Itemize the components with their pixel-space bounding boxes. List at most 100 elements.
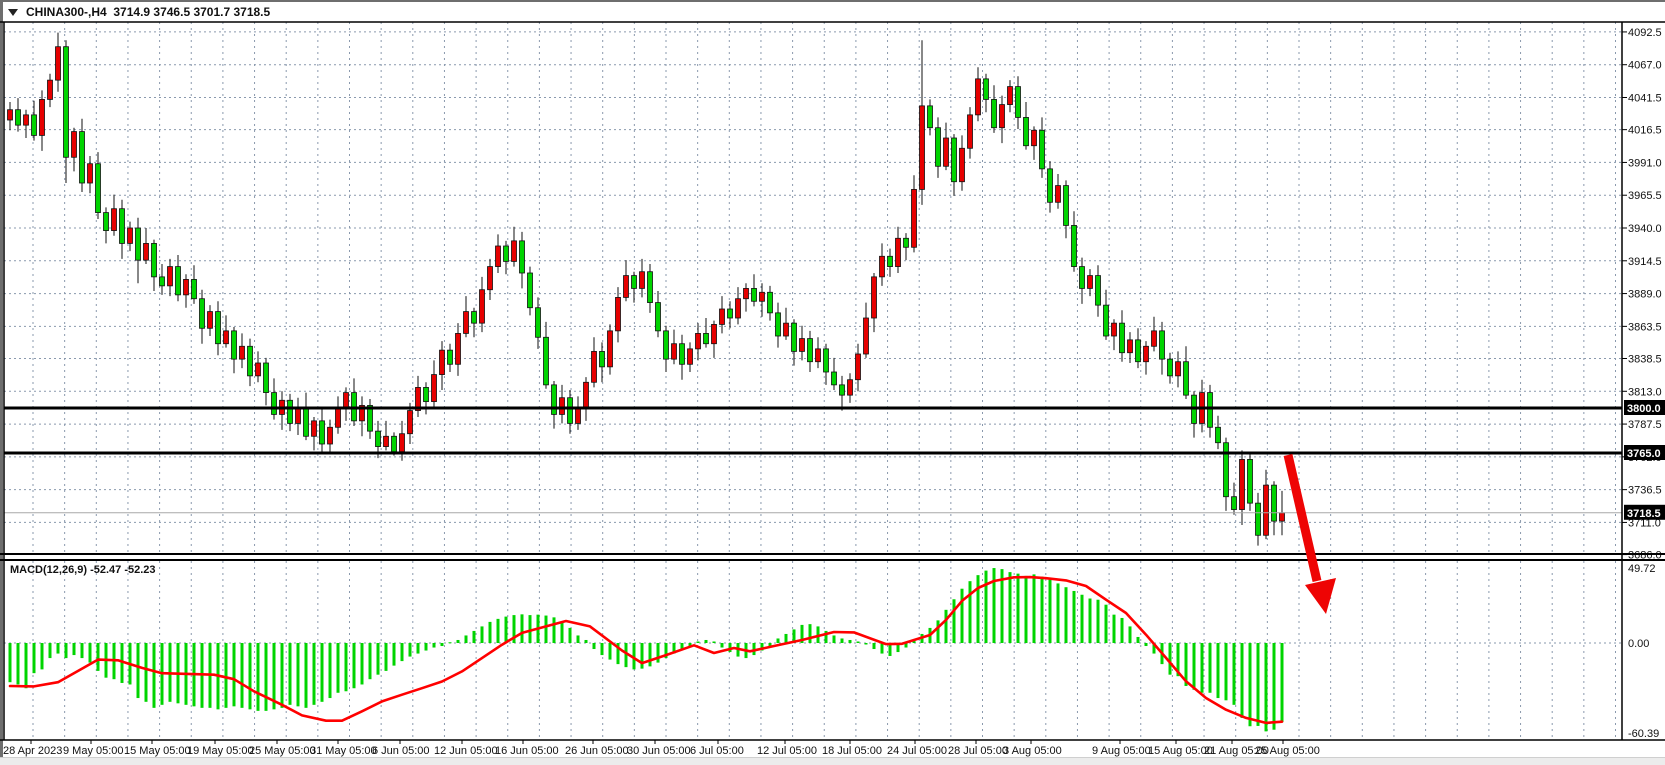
macd-histogram-bar bbox=[97, 643, 100, 671]
candle-body bbox=[968, 115, 973, 148]
macd-histogram-bar bbox=[1201, 643, 1204, 693]
time-axis-label: 6 Jul 05:00 bbox=[690, 745, 744, 757]
candle-body bbox=[312, 421, 317, 436]
macd-histogram-bar bbox=[145, 643, 148, 702]
candle-body bbox=[32, 115, 37, 136]
trend-arrow-shaft[interactable] bbox=[1288, 455, 1317, 581]
candlestick-chart[interactable] bbox=[4, 33, 1622, 546]
candle-body bbox=[576, 408, 581, 423]
candle-body bbox=[376, 431, 381, 446]
macd-histogram-bar bbox=[265, 643, 268, 711]
candle-body bbox=[832, 372, 837, 385]
price-axis-label: 3991.0 bbox=[1628, 157, 1662, 169]
candle-body bbox=[256, 363, 261, 376]
price-level-badge-label: 3800.0 bbox=[1627, 403, 1661, 415]
candle-body bbox=[864, 318, 869, 354]
price-axis-label: 3863.5 bbox=[1628, 321, 1662, 333]
candle-body bbox=[696, 333, 701, 348]
macd-histogram-bar bbox=[721, 643, 724, 648]
candle-body bbox=[384, 436, 389, 446]
candle-body bbox=[880, 256, 885, 277]
macd-histogram-bar bbox=[505, 617, 508, 643]
annotations[interactable] bbox=[1288, 455, 1336, 614]
macd-histogram-bar bbox=[353, 643, 356, 688]
macd-histogram-bar bbox=[497, 619, 500, 643]
candle-body bbox=[944, 138, 949, 166]
macd-histogram-bar bbox=[305, 643, 308, 708]
macd-histogram-bar bbox=[945, 610, 948, 643]
time-axis-label: 16 Jun 05:00 bbox=[495, 745, 559, 757]
time-axis-label: 6 Jun 05:00 bbox=[372, 745, 430, 757]
price-axis-label: 4016.5 bbox=[1628, 125, 1662, 137]
candle-body bbox=[64, 47, 69, 158]
candle-body bbox=[784, 323, 789, 336]
candle-body bbox=[736, 299, 741, 318]
candle-body bbox=[1128, 340, 1133, 353]
candle-body bbox=[48, 80, 53, 99]
time-axis-label: 9 May 05:00 bbox=[63, 745, 124, 757]
candle-body bbox=[176, 267, 181, 295]
macd-histogram-bar bbox=[433, 643, 436, 648]
candle-body bbox=[1160, 331, 1165, 359]
candle-body bbox=[136, 228, 141, 260]
candle-body bbox=[1272, 485, 1277, 521]
macd-panel[interactable] bbox=[4, 568, 1622, 731]
macd-histogram-bar bbox=[529, 615, 532, 643]
candle-body bbox=[128, 228, 133, 243]
candle-body bbox=[680, 344, 685, 365]
macd-histogram-bar bbox=[585, 640, 588, 643]
time-axis-label: 3 Aug 05:00 bbox=[1003, 745, 1062, 757]
macd-histogram-bar bbox=[313, 643, 316, 705]
macd-histogram-bar bbox=[1121, 618, 1124, 643]
candle-body bbox=[328, 427, 333, 444]
candle-body bbox=[296, 408, 301, 423]
candle-body bbox=[168, 267, 173, 286]
macd-histogram-bar bbox=[1097, 600, 1100, 643]
candle-body bbox=[1120, 323, 1125, 353]
price-axis-label: 3787.5 bbox=[1628, 419, 1662, 431]
candle-body bbox=[1096, 276, 1101, 306]
candle-body bbox=[1232, 497, 1237, 510]
candle-body bbox=[800, 339, 805, 352]
candle-body bbox=[616, 297, 621, 330]
trend-arrow-head[interactable] bbox=[1305, 578, 1336, 614]
candle-body bbox=[712, 324, 717, 343]
macd-histogram-bar bbox=[329, 643, 332, 698]
macd-histogram-bar bbox=[361, 643, 364, 684]
candle-body bbox=[928, 106, 933, 128]
macd-histogram-bar bbox=[281, 643, 284, 708]
candle-body bbox=[480, 290, 485, 323]
candle-body bbox=[1032, 130, 1037, 145]
candle-body bbox=[728, 309, 733, 318]
candle-body bbox=[336, 408, 341, 427]
candle-body bbox=[264, 363, 269, 393]
candle-body bbox=[624, 276, 629, 298]
time-axis-label: 24 Jul 05:00 bbox=[887, 745, 947, 757]
candle-body bbox=[552, 385, 557, 415]
macd-histogram-bar bbox=[601, 643, 604, 655]
macd-histogram-bar bbox=[489, 622, 492, 643]
chart-canvas[interactable]: 4092.54067.04041.54016.53991.03965.53940… bbox=[0, 0, 1665, 765]
macd-histogram-bar bbox=[1145, 643, 1148, 646]
price-axis-label: 4067.0 bbox=[1628, 60, 1662, 72]
candle-body bbox=[8, 110, 13, 120]
candle-body bbox=[752, 288, 757, 301]
macd-histogram-bar bbox=[841, 638, 844, 643]
macd-histogram-bar bbox=[785, 634, 788, 643]
candle-body bbox=[160, 277, 165, 286]
time-axis-label: 19 May 05:00 bbox=[187, 745, 254, 757]
price-axis-label: 3813.0 bbox=[1628, 386, 1662, 398]
candle-body bbox=[1064, 186, 1069, 226]
macd-scale-label: 49.72 bbox=[1628, 563, 1656, 575]
price-axis-label: 4041.5 bbox=[1628, 93, 1662, 105]
candle-body bbox=[472, 312, 477, 324]
candle-body bbox=[192, 279, 197, 298]
time-axis-label: 28 Apr 2023 bbox=[3, 745, 62, 757]
candle-body bbox=[208, 312, 213, 329]
candle-body bbox=[224, 331, 229, 344]
macd-histogram-bar bbox=[1273, 643, 1276, 730]
candle-body bbox=[232, 331, 237, 359]
macd-histogram-bar bbox=[1257, 643, 1260, 726]
macd-histogram-bar bbox=[1049, 580, 1052, 643]
candle-body bbox=[1072, 225, 1077, 266]
